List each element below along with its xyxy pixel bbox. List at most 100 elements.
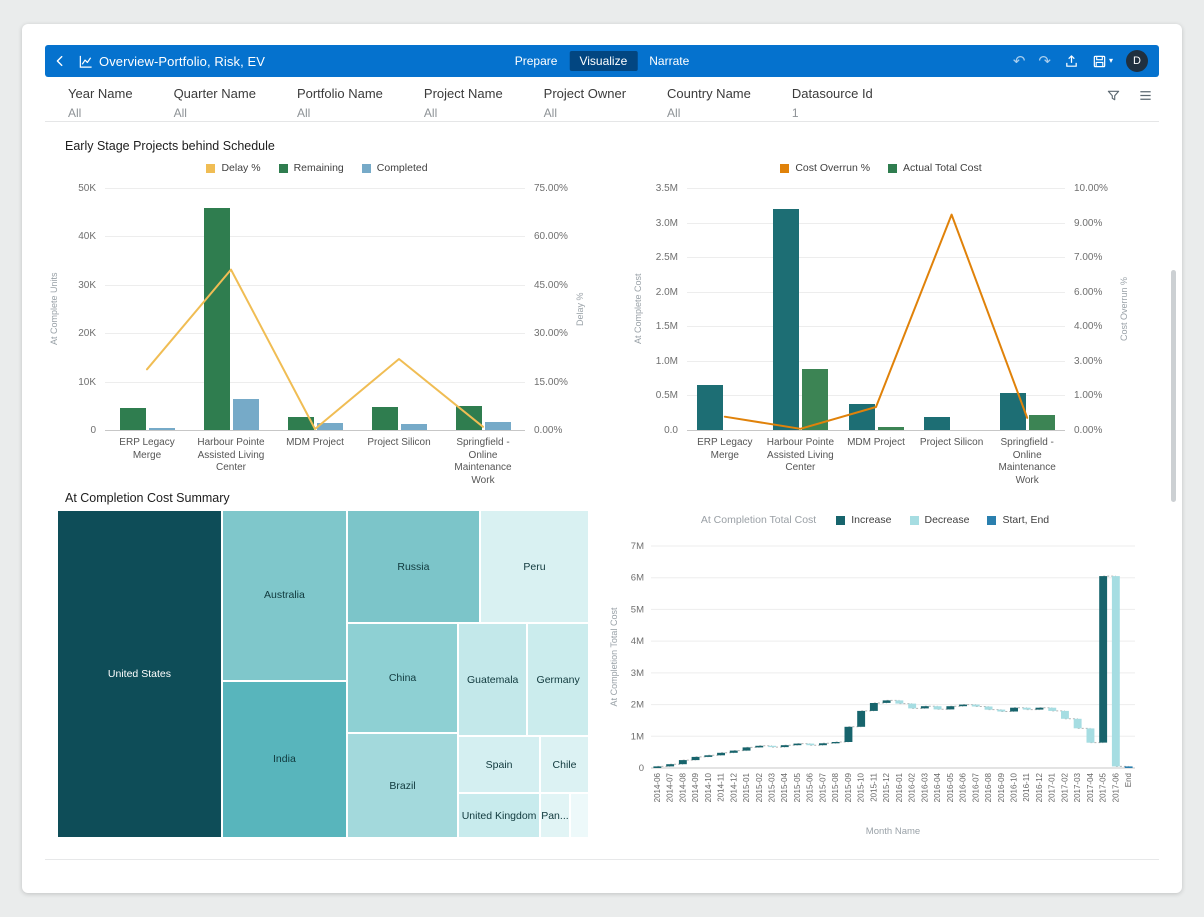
waterfall-bar[interactable] <box>1099 576 1107 743</box>
export-icon[interactable] <box>1064 54 1079 69</box>
treemap-cell-united-kingdom[interactable]: United Kingdom <box>458 793 540 838</box>
bottom-charts-row: United StatesAustraliaIndiaRussiaPeruChi… <box>45 510 1159 843</box>
treemap-cell-peru[interactable]: Peru <box>480 510 589 623</box>
waterfall-bar[interactable] <box>806 744 814 746</box>
x-axis-label: Project Silicon <box>916 437 988 450</box>
waterfall-bar[interactable] <box>959 705 967 707</box>
legend-swatch <box>910 516 919 525</box>
waterfall-bar[interactable] <box>1061 711 1069 719</box>
x-axis-label: Harbour Pointe Assisted Living Center <box>191 437 271 475</box>
tab-narrate[interactable]: Narrate <box>639 51 699 71</box>
waterfall-bar[interactable] <box>832 742 840 743</box>
waterfall-bar[interactable] <box>908 704 916 709</box>
waterfall-bar[interactable] <box>730 751 738 753</box>
legend-item[interactable]: Completed <box>362 162 428 174</box>
filter-project-owner[interactable]: Project Owner All <box>544 86 626 120</box>
treemap-cell-spain[interactable]: Spain <box>458 736 540 793</box>
legend-item[interactable]: Remaining <box>279 162 344 174</box>
filter-year-name[interactable]: Year Name All <box>68 86 133 120</box>
redo-icon[interactable]: ↷ <box>1038 54 1051 69</box>
treemap-cell-guatemala[interactable]: Guatemala <box>458 623 527 736</box>
waterfall-bar[interactable] <box>946 706 954 709</box>
scrollbar-thumb[interactable] <box>1171 270 1176 502</box>
waterfall-bar[interactable] <box>1125 766 1133 768</box>
user-avatar[interactable]: D <box>1126 50 1148 72</box>
waterfall-bar[interactable] <box>717 753 725 756</box>
save-button[interactable]: ▾ <box>1092 54 1113 69</box>
legend-item[interactable]: Start, End <box>987 514 1049 526</box>
treemap-cell-pan-[interactable]: Pan... <box>540 793 570 838</box>
y2-axis-title: Cost Overrun % <box>1119 188 1129 430</box>
save-caret-icon[interactable]: ▾ <box>1109 57 1113 65</box>
chart-legend: At Completion Total CostIncreaseDecrease… <box>605 510 1145 530</box>
waterfall-bar[interactable] <box>1112 576 1120 766</box>
treemap-cell-china[interactable]: China <box>347 623 458 733</box>
svg-text:2016-09: 2016-09 <box>997 772 1006 802</box>
treemap-cell-brazil[interactable]: Brazil <box>347 733 458 838</box>
waterfall-bar[interactable] <box>1048 708 1056 711</box>
filter-value: All <box>667 106 751 120</box>
back-button[interactable] <box>45 45 75 77</box>
waterfall-bar[interactable] <box>934 706 942 709</box>
filter-country-name[interactable]: Country Name All <box>667 86 751 120</box>
waterfall-bar[interactable] <box>743 747 751 750</box>
waterfall-bar[interactable] <box>1036 708 1044 710</box>
waterfall-bar[interactable] <box>997 710 1005 712</box>
chart-plot-area: 00.00%10K15.00%20K30.00%30K45.00%40K60.0… <box>47 178 587 474</box>
line-series <box>687 188 1065 430</box>
waterfall-bar[interactable] <box>883 700 891 703</box>
treemap-cell-india[interactable]: India <box>222 681 347 838</box>
filter-datasource-id[interactable]: Datasource Id 1 <box>792 86 873 120</box>
treemap-cell[interactable] <box>570 793 589 838</box>
filter-project-name[interactable]: Project Name All <box>424 86 503 120</box>
legend-item[interactable]: Cost Overrun % <box>780 162 870 174</box>
svg-text:2014-09: 2014-09 <box>691 772 700 802</box>
waterfall-bar[interactable] <box>768 746 776 747</box>
waterfall-bar[interactable] <box>794 744 802 746</box>
treemap-cell-chile[interactable]: Chile <box>540 736 589 793</box>
waterfall-bar[interactable] <box>895 700 903 703</box>
waterfall-bar[interactable] <box>819 743 827 745</box>
waterfall-bar[interactable] <box>1074 719 1082 729</box>
waterfall-bar[interactable] <box>1010 708 1018 712</box>
treemap-cell-russia[interactable]: Russia <box>347 510 480 623</box>
canvas-menu-icon[interactable] <box>1138 88 1153 103</box>
legend-item[interactable]: Delay % <box>206 162 260 174</box>
dashboard-canvas: Early Stage Projects behind Schedule Del… <box>45 122 1159 893</box>
waterfall-bar[interactable] <box>985 707 993 710</box>
app-window: Overview-Portfolio, Risk, EV Prepare Vis… <box>22 24 1182 893</box>
tab-prepare[interactable]: Prepare <box>505 51 568 71</box>
tab-visualize[interactable]: Visualize <box>569 51 637 71</box>
legend-item[interactable]: Increase <box>836 514 891 526</box>
waterfall-bar[interactable] <box>870 703 878 711</box>
workbook-chart-icon <box>75 45 95 77</box>
filter-portfolio-name[interactable]: Portfolio Name All <box>297 86 383 120</box>
waterfall-bar[interactable] <box>781 745 789 747</box>
waterfall-bar[interactable] <box>679 760 687 764</box>
waterfall-bar[interactable] <box>704 755 712 757</box>
waterfall-bar[interactable] <box>755 746 763 748</box>
waterfall-bar[interactable] <box>921 706 929 708</box>
svg-text:2015-06: 2015-06 <box>806 772 815 802</box>
waterfall-bar[interactable] <box>666 764 674 766</box>
waterfall-bar[interactable] <box>692 757 700 760</box>
legend-item[interactable]: Actual Total Cost <box>888 162 982 174</box>
legend-item[interactable]: Decrease <box>910 514 970 526</box>
undo-icon[interactable]: ↶ <box>1013 54 1026 69</box>
waterfall-monthly-cost: At Completion Total CostIncreaseDecrease… <box>605 510 1145 843</box>
waterfall-bar[interactable] <box>845 727 853 742</box>
filter-quarter-name[interactable]: Quarter Name All <box>174 86 256 120</box>
treemap-cell-united-states[interactable]: United States <box>57 510 222 838</box>
combo-chart-cost-overrun: Cost Overrun %Actual Total Cost0.00.00%0… <box>631 158 1131 474</box>
waterfall-bar[interactable] <box>972 705 980 707</box>
waterfall-bar[interactable] <box>857 711 865 727</box>
svg-text:6M: 6M <box>631 573 644 584</box>
waterfall-bar[interactable] <box>653 766 661 768</box>
legend-label: Actual Total Cost <box>903 162 982 174</box>
waterfall-bar[interactable] <box>1087 728 1095 742</box>
waterfall-bar[interactable] <box>1023 708 1031 710</box>
treemap-cell-germany[interactable]: Germany <box>527 623 589 736</box>
limit-values-icon[interactable] <box>1106 88 1121 103</box>
svg-text:End: End <box>1124 773 1133 787</box>
treemap-cell-australia[interactable]: Australia <box>222 510 347 681</box>
